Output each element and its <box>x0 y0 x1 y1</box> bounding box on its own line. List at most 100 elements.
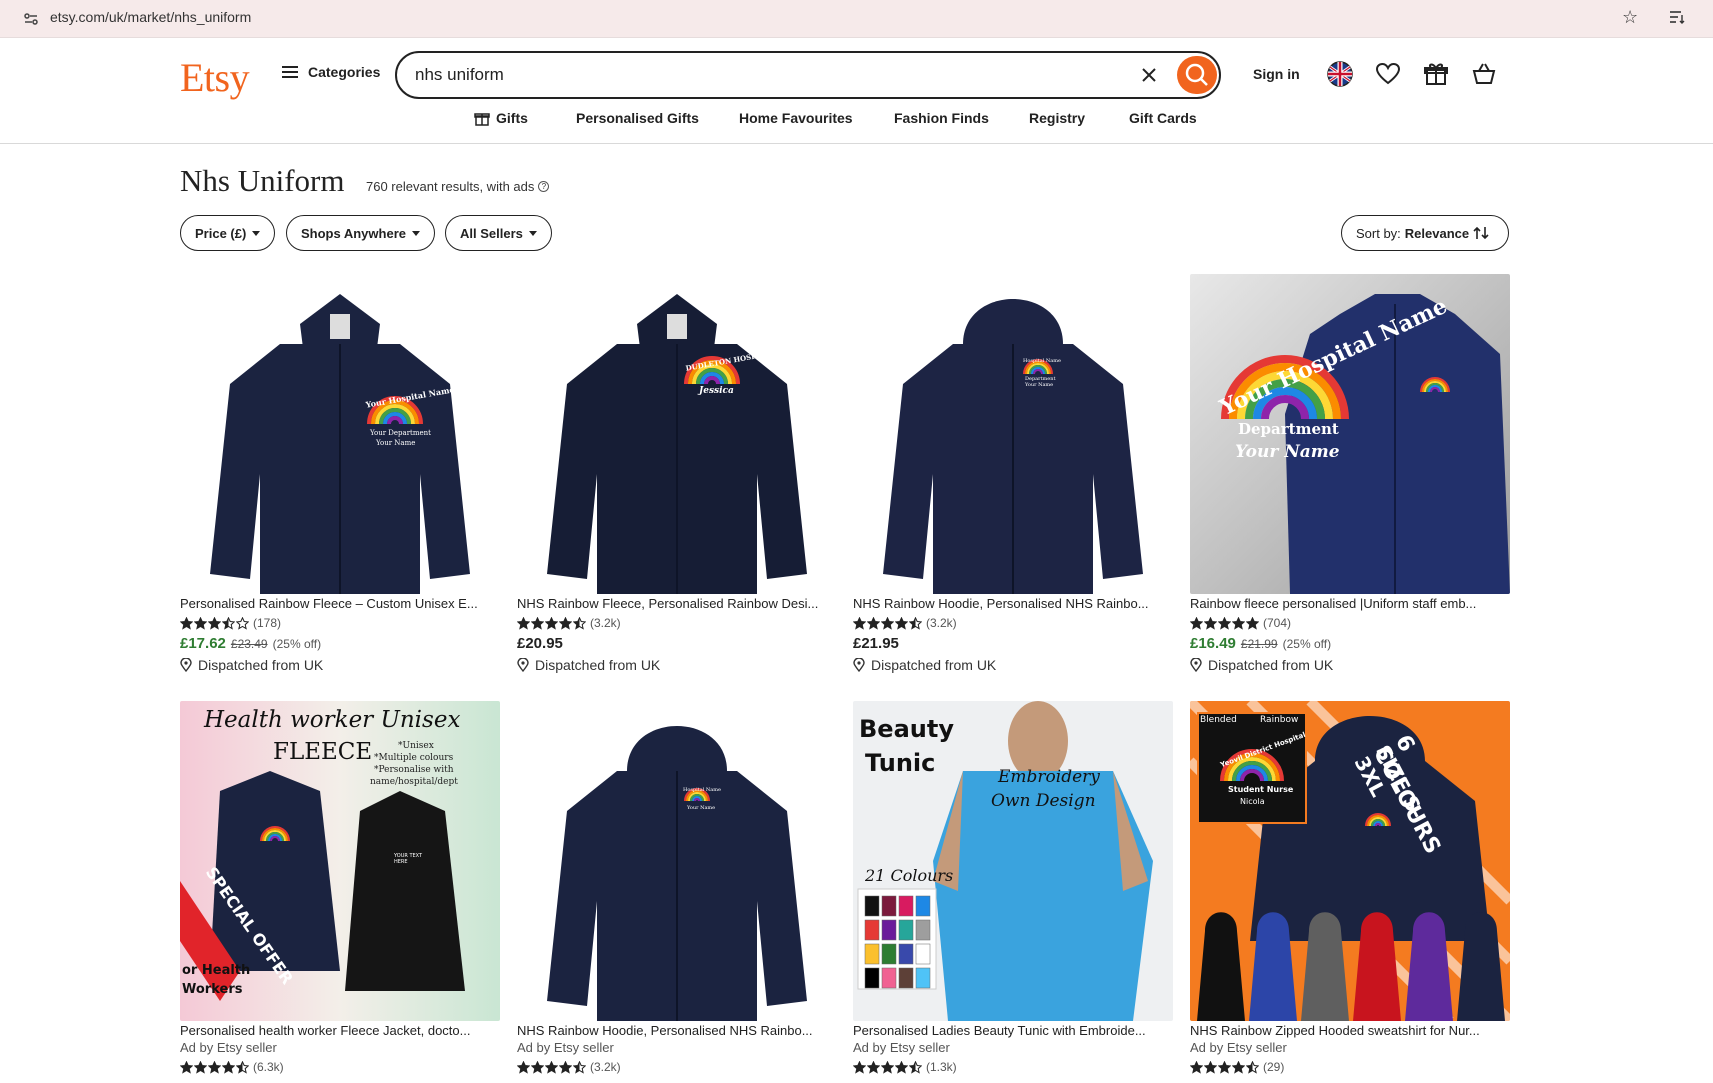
search-submit-button[interactable] <box>1177 56 1217 94</box>
sort-dropdown[interactable]: Sort by: Relevance <box>1341 215 1509 251</box>
nav-home-favourites[interactable]: Home Favourites <box>739 110 853 126</box>
search-input[interactable] <box>415 64 1115 86</box>
filter-all-sellers[interactable]: All Sellers <box>445 215 552 251</box>
product-card[interactable]: Health worker Unisex FLEECE *Unisex *Multip… <box>180 701 500 1075</box>
product-image[interactable]: Beauty Tunic Embroidery Own Design 21 Colour… <box>853 701 1173 1021</box>
star-icon <box>1232 1060 1245 1074</box>
nav-gift-cards[interactable]: Gift Cards <box>1129 110 1197 126</box>
image-text: FLEECE <box>273 739 373 765</box>
star-icon <box>1246 1060 1259 1074</box>
bookmark-star-icon[interactable]: ☆ <box>1622 7 1638 28</box>
product-title[interactable]: Personalised Rainbow Fleece – Custom Uni… <box>180 596 500 611</box>
star-icon <box>1204 616 1217 630</box>
filter-price[interactable]: Price (£) <box>180 215 276 251</box>
current-price: £21.95 <box>853 635 899 652</box>
product-rating: (6.3k) <box>180 1059 500 1075</box>
star-rating <box>180 616 249 630</box>
chevron-down-icon <box>252 230 261 236</box>
star-rating <box>853 1060 922 1074</box>
page-title: Nhs Uniform <box>180 163 345 198</box>
discount-label: (25% off) <box>1282 637 1332 651</box>
image-text: YOUR TEXT HERE <box>394 853 423 865</box>
clear-search-icon[interactable] <box>1137 63 1161 87</box>
categories-button[interactable]: Categories <box>282 64 380 80</box>
product-card[interactable]: Blended Rainbow Yeovil District Hospital St… <box>1190 701 1510 1075</box>
ad-label: Ad by Etsy seller <box>1190 1040 1287 1055</box>
star-icon <box>517 616 530 630</box>
image-text: Blended <box>1200 715 1237 725</box>
product-card[interactable]: Your Hospital Name Department Your Name Rai… <box>1190 274 1510 673</box>
review-count: (3.2k) <box>926 616 957 630</box>
image-text: Your Name <box>687 805 716 811</box>
ad-label: Ad by Etsy seller <box>517 1040 614 1055</box>
star-icon <box>531 616 544 630</box>
image-text: or Health <box>182 963 251 978</box>
etsy-logo[interactable]: Etsy <box>180 54 250 101</box>
star-rating <box>853 616 922 630</box>
product-title[interactable]: NHS Rainbow Hoodie, Personalised NHS Rai… <box>517 1023 837 1038</box>
dispatch-text: Dispatched from UK <box>871 657 997 673</box>
gift-box-icon[interactable] <box>1422 60 1450 88</box>
current-price: £16.49 <box>1190 635 1236 652</box>
product-title[interactable]: Personalised health worker Fleece Jacket… <box>180 1023 500 1038</box>
dispatch-info: Dispatched from UK <box>180 657 500 673</box>
product-price: £17.62 £23.49 (25% off) <box>180 635 500 652</box>
nav-gifts[interactable]: Gifts <box>474 110 528 126</box>
search-icon <box>1185 63 1208 86</box>
nav-label: Home Favourites <box>739 110 853 126</box>
product-rating: (1.3k) <box>853 1059 1173 1075</box>
image-text: Nicola <box>1240 797 1265 806</box>
product-card[interactable]: Your Hospital Name Your Department Your Na… <box>180 274 500 673</box>
product-image[interactable]: Blended Rainbow Yeovil District Hospital St… <box>1190 701 1510 1021</box>
url-text[interactable]: etsy.com/uk/market/nhs_uniform <box>50 9 251 25</box>
product-title[interactable]: Rainbow fleece personalised |Uniform sta… <box>1190 596 1510 611</box>
filter-shops-anywhere[interactable]: Shops Anywhere <box>286 215 435 251</box>
shopping-basket-icon[interactable] <box>1470 60 1498 88</box>
star-icon <box>545 1060 558 1074</box>
nav-registry[interactable]: Registry <box>1029 110 1085 126</box>
product-image[interactable]: Your Hospital Name Department Your Name <box>1190 274 1510 594</box>
product-image[interactable]: Hospital Name Department Your Name <box>853 274 1173 594</box>
reading-list-icon[interactable] <box>1668 8 1686 26</box>
product-card[interactable]: Beauty Tunic Embroidery Own Design 21 Colour… <box>853 701 1173 1075</box>
chevron-down-icon <box>528 230 537 236</box>
nav-label: Gift Cards <box>1129 110 1197 126</box>
product-image[interactable]: Hospital Name Your Name <box>517 701 837 1021</box>
ad-label: Ad by Etsy seller <box>180 1040 277 1055</box>
nav-fashion-finds[interactable]: Fashion Finds <box>894 110 989 126</box>
product-image[interactable]: DUDLETON HOSPITAL Jessica <box>517 274 837 594</box>
product-card[interactable]: Hospital Name Your Name NHS Rainbow Hoodie… <box>517 701 837 1075</box>
product-image[interactable]: Your Hospital Name Your Department Your Na… <box>180 274 500 594</box>
nav-personalised-gifts[interactable]: Personalised Gifts <box>576 110 699 126</box>
image-text: Workers <box>182 982 243 997</box>
favorites-heart-icon[interactable] <box>1374 60 1402 88</box>
image-text: Your Department <box>370 429 431 437</box>
star-rating <box>1190 1060 1259 1074</box>
product-title[interactable]: NHS Rainbow Hoodie, Personalised NHS Rai… <box>853 596 1173 611</box>
image-text: name/hospital/dept <box>370 777 458 787</box>
product-card[interactable]: DUDLETON HOSPITAL Jessica NHS Rainbow Flee… <box>517 274 837 673</box>
star-icon <box>559 1060 572 1074</box>
star-rating <box>517 616 586 630</box>
product-title[interactable]: Personalised Ladies Beauty Tunic with Em… <box>853 1023 1173 1038</box>
original-price: £21.99 <box>1240 637 1278 651</box>
results-count-text: 760 relevant results, with ads <box>366 179 535 194</box>
image-text: Hospital Name <box>1023 358 1061 364</box>
product-title[interactable]: NHS Rainbow Zipped Hooded sweatshirt for… <box>1190 1023 1510 1038</box>
review-count: (3.2k) <box>590 616 621 630</box>
star-icon <box>1218 1060 1231 1074</box>
location-pin-icon <box>1190 658 1202 672</box>
current-price: £20.95 <box>517 635 563 652</box>
review-count: (704) <box>1263 616 1292 630</box>
product-title[interactable]: NHS Rainbow Fleece, Personalised Rainbow… <box>517 596 837 611</box>
star-rating <box>180 1060 249 1074</box>
product-card[interactable]: Hospital Name Department Your Name NHS Rain… <box>853 274 1173 673</box>
star-icon <box>236 1060 249 1074</box>
product-image[interactable]: Health worker Unisex FLEECE *Unisex *Multip… <box>180 701 500 1021</box>
uk-flag-icon[interactable] <box>1326 60 1354 88</box>
site-settings-icon[interactable] <box>22 10 40 28</box>
nav-label: Fashion Finds <box>894 110 989 126</box>
sign-in-link[interactable]: Sign in <box>1253 66 1300 82</box>
ads-info-icon[interactable]: ? <box>538 181 550 192</box>
dispatch-info: Dispatched from UK <box>517 657 837 673</box>
